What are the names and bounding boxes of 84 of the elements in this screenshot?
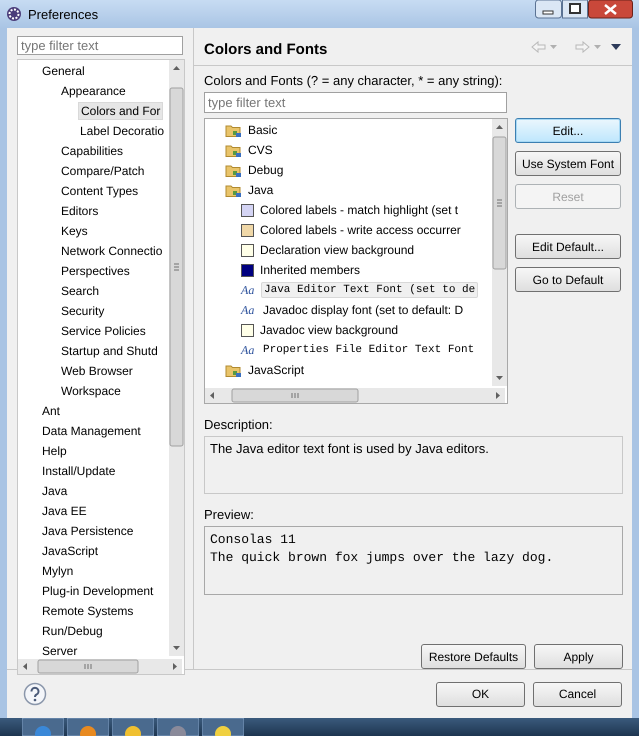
taskbar-icon[interactable] bbox=[202, 718, 244, 736]
tree-item[interactable]: Javadoc display font (set to default: D bbox=[261, 302, 466, 318]
tree-item[interactable]: Security bbox=[59, 303, 106, 319]
tree-item[interactable]: Java bbox=[40, 483, 70, 499]
filter-field[interactable]: type filter text bbox=[204, 92, 507, 113]
taskbar-icon[interactable] bbox=[67, 718, 109, 736]
cancel-button[interactable]: Cancel bbox=[533, 682, 622, 706]
tree-item[interactable]: Search bbox=[59, 283, 102, 299]
tree-item[interactable]: Ant bbox=[40, 403, 62, 419]
folder-icon bbox=[225, 142, 242, 158]
folder-icon bbox=[225, 182, 242, 198]
tree-item[interactable]: CVS bbox=[246, 142, 275, 158]
tree-item[interactable]: JavaScript bbox=[246, 362, 306, 378]
folder-icon bbox=[225, 162, 242, 178]
folder-icon bbox=[225, 362, 242, 378]
tree-item[interactable]: Label Decoratio bbox=[78, 123, 166, 139]
tree-item[interactable]: Data Management bbox=[40, 423, 143, 439]
page-title: Colors and Fonts bbox=[204, 40, 328, 58]
font-icon: Aa bbox=[241, 342, 257, 358]
minimize-button[interactable] bbox=[535, 0, 562, 19]
tree-item[interactable]: Mylyn bbox=[40, 563, 76, 579]
window-title: Preferences bbox=[28, 6, 100, 22]
tree-item[interactable]: Perspectives bbox=[59, 263, 132, 279]
description-label: Description: bbox=[204, 417, 274, 432]
folder-icon bbox=[225, 122, 242, 138]
maximize-button[interactable] bbox=[562, 0, 588, 19]
tree-item[interactable]: Server bbox=[40, 643, 80, 659]
tree-item[interactable]: Javadoc view background bbox=[258, 322, 400, 338]
tree-item[interactable]: Remote Systems bbox=[40, 603, 136, 619]
button[interactable]: Edit... bbox=[515, 118, 621, 143]
filter-field[interactable]: type filter text bbox=[17, 36, 183, 55]
navigation-icon[interactable] bbox=[530, 40, 622, 54]
tree-item[interactable]: Debug bbox=[246, 162, 286, 178]
tree-item[interactable]: Appearance bbox=[59, 83, 128, 99]
font-icon: Aa bbox=[241, 302, 257, 318]
scrollbar[interactable] bbox=[169, 60, 184, 656]
tree-item[interactable]: JavaScript bbox=[40, 543, 100, 559]
tree-item[interactable]: Editors bbox=[59, 203, 100, 219]
tree-item[interactable]: Colored labels - write access occurrer bbox=[258, 222, 463, 238]
tree-item[interactable]: Inherited members bbox=[258, 262, 362, 278]
tree-item[interactable]: Colored labels - match highlight (set t bbox=[258, 202, 460, 218]
preview-label: Preview: bbox=[204, 507, 255, 522]
ok-button[interactable]: OK bbox=[436, 682, 525, 706]
tree-item[interactable]: Declaration view background bbox=[258, 242, 416, 258]
button[interactable]: Go to Default bbox=[515, 267, 621, 292]
tree-item[interactable]: Network Connectio bbox=[59, 243, 164, 259]
tree-item[interactable]: Web Browser bbox=[59, 363, 135, 379]
help-icon[interactable] bbox=[23, 682, 47, 706]
button[interactable]: Edit Default... bbox=[515, 234, 621, 259]
taskbar-icon[interactable] bbox=[157, 718, 199, 736]
tree-item[interactable]: Compare/Patch bbox=[59, 163, 146, 179]
tree-item[interactable]: General bbox=[40, 63, 87, 79]
tree-item[interactable]: Workspace bbox=[59, 383, 123, 399]
preview-text: The quick brown fox jumps over the lazy dog. bbox=[210, 549, 554, 567]
taskbar-icon[interactable] bbox=[112, 718, 154, 736]
tree-item[interactable]: Content Types bbox=[59, 183, 140, 199]
tree-item[interactable]: Run/Debug bbox=[40, 623, 105, 639]
filter-label: Colors and Fonts (? = any character, * = any string): bbox=[204, 73, 504, 88]
tree-item[interactable]: Java EE bbox=[40, 503, 89, 519]
button[interactable]: Use System Font bbox=[515, 151, 621, 176]
preview-text: Consolas 11 bbox=[210, 531, 297, 549]
description-text: The Java editor text font is used by Java editors. bbox=[210, 441, 489, 456]
apply-button[interactable]: Apply bbox=[534, 644, 623, 669]
tree-item[interactable]: Capabilities bbox=[59, 143, 126, 159]
restore-defaults-button[interactable]: Restore Defaults bbox=[421, 644, 526, 669]
tree-item[interactable]: Java Persistence bbox=[40, 523, 136, 539]
scrollbar[interactable] bbox=[18, 659, 182, 674]
tree-item[interactable]: Colors and For bbox=[78, 102, 164, 120]
tree-item[interactable]: Startup and Shutd bbox=[59, 343, 160, 359]
tree-item[interactable]: Java bbox=[246, 182, 276, 198]
tree-item[interactable]: Properties File Editor Text Font bbox=[261, 343, 476, 357]
scrollbar[interactable] bbox=[492, 119, 507, 386]
tree-item[interactable]: Keys bbox=[59, 223, 90, 239]
close-button[interactable] bbox=[588, 0, 633, 19]
tree-item[interactable]: Help bbox=[40, 443, 69, 459]
tree-item[interactable]: Java Editor Text Font (set to de bbox=[261, 282, 478, 298]
tree-item[interactable]: Install/Update bbox=[40, 463, 118, 479]
app-icon bbox=[6, 6, 22, 22]
scrollbar[interactable] bbox=[205, 388, 505, 403]
tree-item[interactable]: Basic bbox=[246, 122, 280, 138]
tree-item[interactable]: Plug-in Development bbox=[40, 583, 156, 599]
font-icon: Aa bbox=[241, 282, 257, 298]
taskbar-icon[interactable] bbox=[22, 718, 64, 736]
tree-item[interactable]: Service Policies bbox=[59, 323, 148, 339]
